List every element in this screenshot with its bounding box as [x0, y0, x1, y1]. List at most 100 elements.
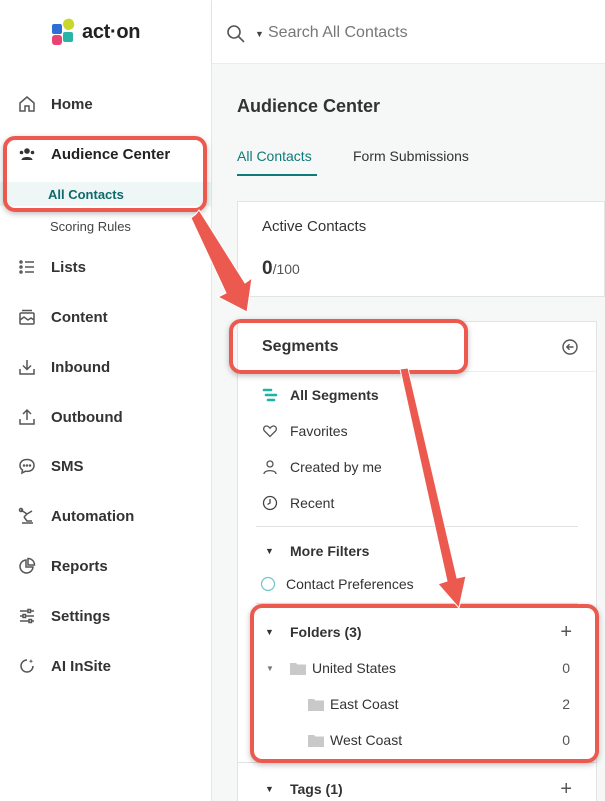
folder-label: West Coast: [330, 732, 403, 748]
tags-toggle[interactable]: ▼ Tags (1) +: [238, 775, 596, 801]
home-icon: [18, 95, 36, 113]
folder-icon: [308, 734, 324, 747]
sidebar-item-home[interactable]: Home: [0, 86, 211, 122]
chat-bubble-icon: [18, 457, 36, 475]
folder-count: 0: [562, 660, 570, 676]
search-input[interactable]: [268, 20, 588, 46]
sidebar-item-label: Reports: [51, 557, 108, 575]
segments-icon: [262, 388, 278, 402]
act-on-logo-icon: [52, 18, 75, 45]
sidebar-item-label: Automation: [51, 507, 135, 525]
page-title: Audience Center: [237, 96, 381, 116]
active-contacts-value: 0: [262, 258, 273, 279]
sidebar-item-ai-insite[interactable]: AI InSite: [0, 648, 211, 684]
sidebar-item-label: SMS: [51, 457, 84, 475]
search-scope-caret-icon[interactable]: ▼: [255, 29, 264, 39]
sidebar-item-outbound[interactable]: Outbound: [0, 399, 211, 435]
segment-filter-created-by-me[interactable]: Created by me: [238, 453, 596, 481]
user-icon: [263, 460, 277, 475]
sidebar-subitem-scoring-rules[interactable]: Scoring Rules: [0, 214, 211, 238]
sidebar-item-label: AI InSite: [51, 657, 112, 675]
active-contacts-count: 0/100: [262, 258, 300, 280]
sidebar-item-label: Home: [51, 95, 93, 113]
outbound-icon: [18, 408, 36, 426]
sidebar-item-settings[interactable]: Settings: [0, 598, 211, 634]
collapse-panel-icon[interactable]: [561, 338, 579, 356]
sidebar-subitem-all-contacts[interactable]: All Contacts: [0, 182, 211, 206]
sliders-icon: [18, 607, 36, 625]
sidebar: act·on Home Audience Center All Contacts…: [0, 0, 212, 801]
sidebar-item-label: Content: [51, 308, 108, 326]
tags-label: Tags (1): [290, 781, 343, 797]
active-contacts-card: Active Contacts 0/100: [237, 201, 605, 297]
segment-filter-all-segments[interactable]: All Segments: [238, 381, 596, 409]
folder-item[interactable]: East Coast 2: [238, 690, 596, 718]
folders-label: Folders (3): [290, 624, 362, 640]
folder-count: 0: [562, 732, 570, 748]
folder-count: 2: [562, 696, 570, 712]
divider: [238, 762, 596, 763]
sidebar-item-automation[interactable]: Automation: [0, 498, 211, 534]
search-icon[interactable]: [226, 24, 246, 44]
segment-filter-label: Recent: [290, 495, 335, 511]
tab-all-contacts[interactable]: All Contacts: [237, 148, 312, 164]
segment-filter-recent[interactable]: Recent: [238, 489, 596, 517]
pie-chart-icon: [18, 557, 36, 575]
folder-item[interactable]: ▼ United States 0: [238, 654, 596, 682]
folder-icon: [308, 698, 324, 711]
sidebar-item-content[interactable]: Content: [0, 299, 211, 335]
folders-toggle[interactable]: ▼ Folders (3) +: [238, 618, 596, 646]
sidebar-item-label: Outbound: [51, 408, 123, 426]
sidebar-item-label: Audience Center: [51, 145, 171, 163]
clock-icon: [262, 495, 278, 511]
circle-outline-icon: [260, 576, 276, 592]
heart-icon: [263, 425, 277, 438]
content-icon: [18, 308, 36, 326]
folder-label: United States: [312, 660, 397, 676]
segments-title: Segments: [262, 338, 339, 355]
sidebar-item-audience-center[interactable]: Audience Center: [0, 136, 211, 172]
active-contacts-limit: /100: [272, 261, 300, 277]
logo-text: act·on: [82, 20, 141, 43]
automation-icon: [18, 507, 36, 525]
top-search-bar: ▼: [212, 0, 605, 64]
chevron-down-icon: ▼: [265, 784, 274, 794]
sidebar-item-lists[interactable]: Lists: [0, 249, 211, 285]
logo[interactable]: act·on: [50, 16, 141, 48]
segment-filter-label: Created by me: [290, 459, 382, 475]
list-icon: [18, 258, 36, 276]
sidebar-item-reports[interactable]: Reports: [0, 548, 211, 584]
sidebar-subitem-label: Scoring Rules: [50, 218, 131, 234]
add-folder-icon[interactable]: +: [560, 621, 572, 644]
active-contacts-title: Active Contacts: [262, 218, 367, 235]
divider: [256, 603, 578, 604]
folder-label: East Coast: [330, 696, 399, 712]
chevron-down-icon: ▼: [265, 627, 274, 637]
sidebar-subitem-label: All Contacts: [48, 186, 124, 202]
people-icon: [18, 145, 36, 163]
folder-item[interactable]: West Coast 0: [238, 726, 596, 754]
sidebar-item-label: Inbound: [51, 358, 111, 376]
active-tab-indicator: [237, 174, 317, 176]
filter-contact-preferences[interactable]: Contact Preferences: [238, 570, 596, 598]
segments-panel: Segments All Segments Favorites Created …: [237, 321, 597, 801]
sidebar-item-label: Lists: [51, 258, 87, 276]
tab-form-submissions[interactable]: Form Submissions: [353, 148, 469, 164]
sparkle-refresh-icon: [18, 657, 36, 675]
segment-filter-favorites[interactable]: Favorites: [238, 417, 596, 445]
add-tag-icon[interactable]: +: [560, 778, 572, 801]
divider: [256, 526, 578, 527]
chevron-down-icon[interactable]: ▼: [266, 664, 274, 673]
sidebar-item-sms[interactable]: SMS: [0, 448, 211, 484]
sidebar-item-inbound[interactable]: Inbound: [0, 349, 211, 385]
chevron-down-icon: ▼: [265, 546, 274, 556]
sidebar-item-label: Settings: [51, 607, 111, 625]
main-content: Audience Center All Contacts Form Submis…: [212, 64, 605, 801]
filter-label: Contact Preferences: [286, 576, 414, 592]
folder-icon: [290, 662, 306, 675]
more-filters-label: More Filters: [290, 543, 370, 559]
more-filters-toggle[interactable]: ▼ More Filters: [238, 537, 596, 565]
inbound-icon: [18, 358, 36, 376]
segment-filter-label: Favorites: [290, 423, 348, 439]
segments-header: Segments: [238, 322, 596, 372]
